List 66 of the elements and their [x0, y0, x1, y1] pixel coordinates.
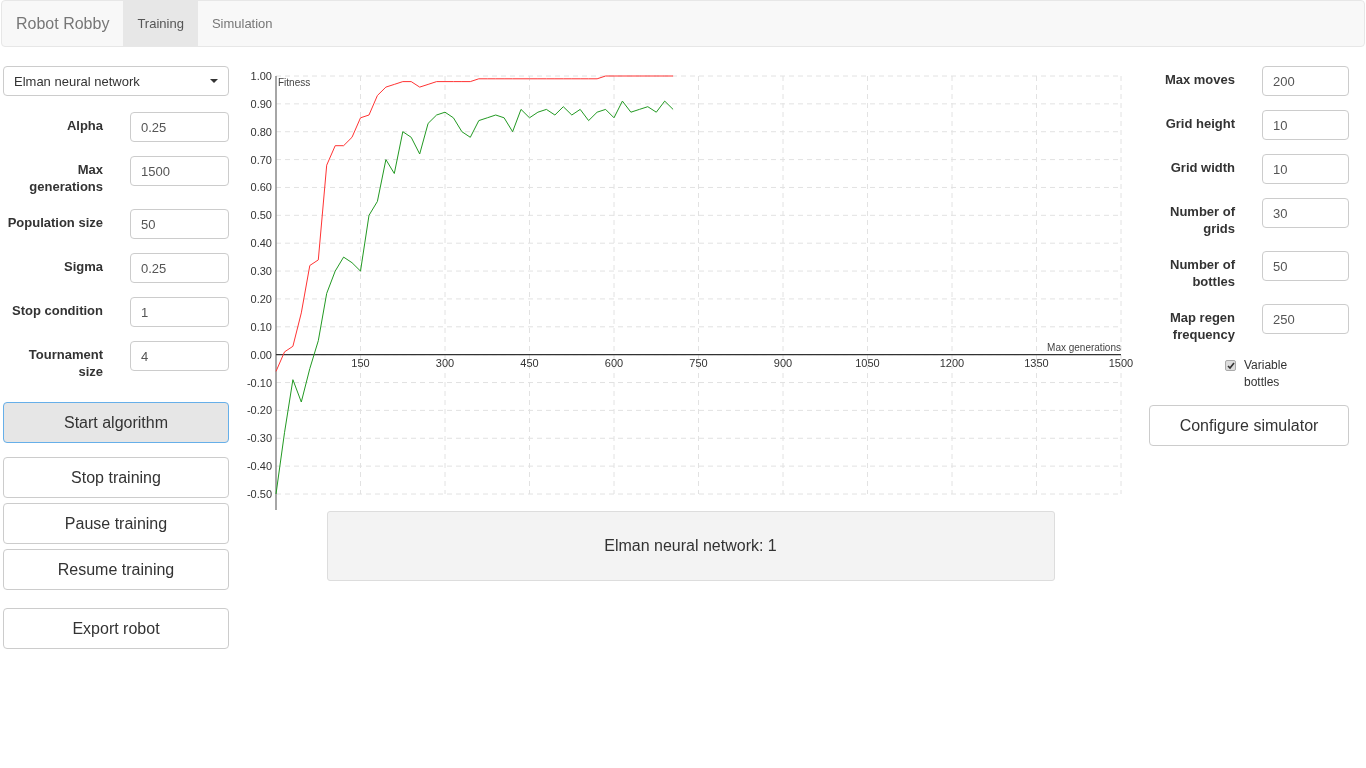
input-field[interactable]: 10	[1262, 110, 1349, 140]
field-label: Grid height	[1164, 115, 1235, 132]
action-button[interactable]: Export robot	[3, 608, 229, 649]
x-axis-title: Max generations	[1047, 341, 1121, 353]
y-tick-label: 1.00	[250, 70, 272, 82]
y-tick-label: 0.90	[250, 97, 272, 110]
status-text: Elman neural network: 1	[604, 537, 777, 555]
field-label: Tournament size	[27, 346, 103, 380]
x-tick-label: 750	[689, 356, 708, 369]
x-tick-label: 900	[773, 356, 793, 369]
x-tick-label: 1200	[939, 356, 965, 369]
y-tick-label: -0.20	[246, 404, 272, 417]
input-field[interactable]: 0.25	[130, 253, 229, 283]
y-axis-title: Fitness	[278, 77, 311, 88]
field-label: Number of bottles	[1169, 256, 1235, 290]
input-field[interactable]: 30	[1262, 198, 1349, 228]
field-label: Number of grids	[1169, 203, 1235, 237]
configure-button[interactable]: Configure simulator	[1149, 405, 1349, 446]
checkbox-label: Variable bottles	[1244, 357, 1289, 391]
x-tick-label: 600	[604, 356, 624, 369]
x-tick-label: 450	[520, 356, 539, 369]
action-button[interactable]: Stop training	[3, 457, 229, 498]
input-field[interactable]: 200	[1262, 66, 1349, 96]
checkbox[interactable]	[1225, 360, 1236, 371]
field-label: Max moves	[1163, 71, 1235, 88]
field-label: Sigma	[63, 258, 103, 275]
field-label: Population size	[6, 214, 103, 231]
x-tick-label: 1350	[1024, 356, 1049, 369]
y-tick-label: 0.10	[250, 320, 272, 333]
x-tick-label: 1050	[855, 356, 880, 369]
y-tick-label: 0.20	[250, 292, 272, 305]
algorithm-select[interactable]: Elman neural network	[3, 66, 229, 96]
nav-tab[interactable]: Simulation	[197, 1, 287, 46]
y-tick-label: -0.40	[246, 460, 272, 473]
input-field[interactable]: 4	[130, 341, 229, 371]
y-tick-label: -0.50	[246, 488, 272, 500]
y-tick-label: 0.80	[250, 125, 272, 138]
y-tick-label: -0.10	[246, 376, 272, 389]
input-field[interactable]: 10	[1262, 154, 1349, 184]
field-label: Alpha	[65, 117, 103, 134]
nav-tab[interactable]: Training	[123, 1, 198, 46]
y-tick-label: -0.30	[246, 432, 272, 445]
y-tick-label: 0.70	[250, 153, 272, 166]
brand-title[interactable]: Robot Robby	[2, 1, 124, 46]
field-label: Grid width	[1169, 159, 1235, 176]
y-tick-label: 0.60	[250, 181, 272, 194]
y-tick-label: 0.30	[250, 265, 272, 278]
action-button[interactable]: Resume training	[3, 549, 229, 590]
caret-icon	[210, 79, 218, 83]
field-label: Stop condition	[11, 302, 103, 319]
field-label: Map regen frequency	[1169, 309, 1235, 343]
input-field[interactable]: 0.25	[130, 112, 229, 142]
action-button[interactable]: Start algorithm	[3, 402, 229, 443]
y-tick-label: 0.50	[250, 209, 272, 222]
x-tick-label: 150	[351, 356, 370, 369]
y-tick-label: 0.00	[250, 348, 272, 361]
x-tick-label: 1500	[1108, 356, 1134, 369]
x-tick-label: 300	[435, 356, 455, 369]
input-field[interactable]: 50	[1262, 251, 1349, 281]
input-field[interactable]: 1	[130, 297, 229, 327]
field-label: Max generations	[28, 161, 103, 195]
input-field[interactable]: 250	[1262, 304, 1349, 334]
input-field[interactable]: 50	[130, 209, 229, 239]
y-tick-label: 0.40	[250, 237, 272, 250]
action-button[interactable]: Pause training	[3, 503, 229, 544]
input-field[interactable]: 1500	[130, 156, 229, 186]
